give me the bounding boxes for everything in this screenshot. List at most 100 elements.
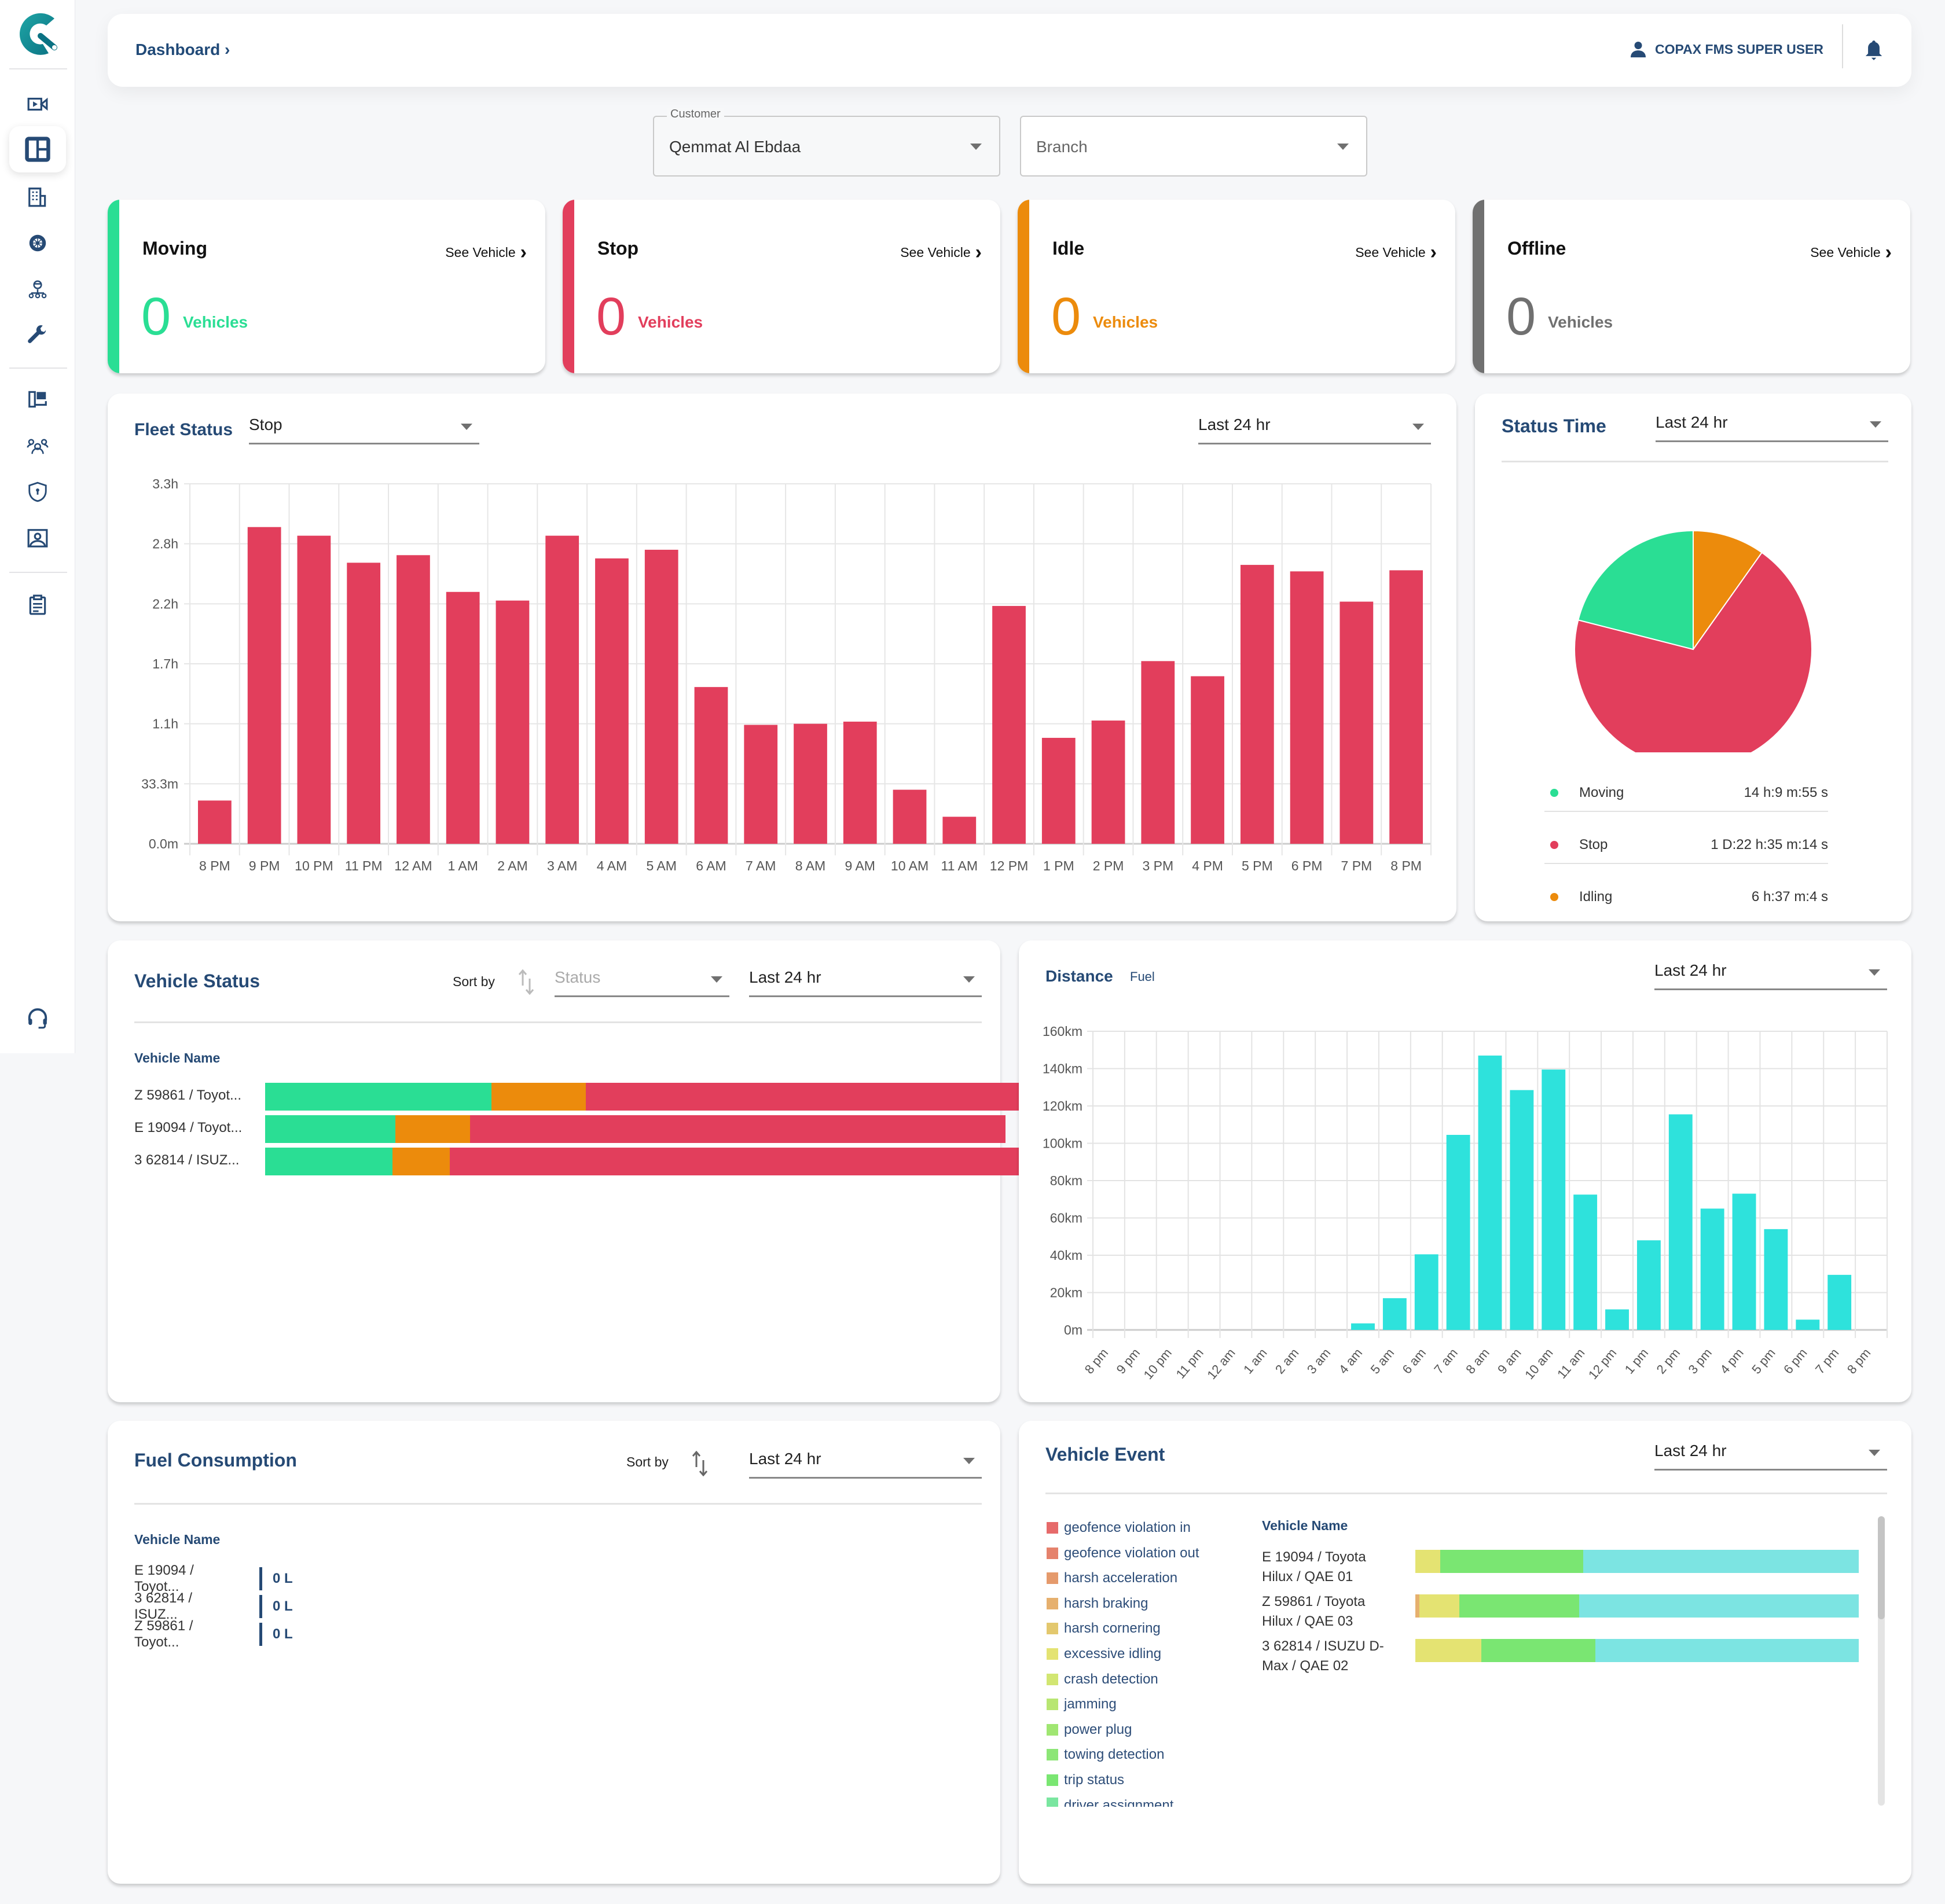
scrollbar-thumb[interactable] — [1878, 1516, 1885, 1619]
sort-arrows-icon[interactable] — [518, 969, 535, 995]
bar[interactable] — [1382, 1298, 1407, 1330]
event-legend-item[interactable]: power plug — [1047, 1722, 1132, 1738]
vehicle-status-bar[interactable] — [265, 1115, 1005, 1143]
bar[interactable] — [644, 549, 678, 844]
sidebar-item-tasks[interactable] — [23, 590, 52, 619]
bar[interactable] — [1668, 1114, 1693, 1330]
event-legend-item[interactable]: geofence violation in — [1047, 1520, 1191, 1536]
wrench-icon — [28, 325, 46, 343]
x-tick-label: 4 AM — [597, 858, 627, 873]
fuel-range-select[interactable]: Last 24 hr — [749, 1450, 982, 1479]
sidebar-item-drivers[interactable] — [23, 275, 52, 304]
see-vehicle-link[interactable]: See Vehicle › — [445, 241, 527, 264]
bar[interactable] — [694, 687, 728, 844]
x-tick-label: 9 pm — [1114, 1346, 1143, 1377]
bar[interactable] — [446, 591, 480, 844]
branch-select[interactable]: Branch — [1020, 116, 1367, 177]
bar[interactable] — [247, 527, 281, 844]
event-legend-item[interactable]: driver assignment — [1047, 1797, 1173, 1807]
bar[interactable] — [1240, 565, 1274, 844]
bar[interactable] — [1510, 1090, 1534, 1330]
event-legend-item[interactable]: crash detection — [1047, 1671, 1158, 1688]
bar[interactable] — [1191, 676, 1224, 844]
vehicle-status-bar[interactable] — [265, 1083, 1031, 1111]
bar[interactable] — [595, 558, 629, 844]
vehicle-event-bar[interactable] — [1415, 1639, 1859, 1662]
bar[interactable] — [992, 606, 1026, 844]
bar[interactable] — [1041, 737, 1076, 844]
bar[interactable] — [1732, 1193, 1756, 1330]
bar[interactable] — [794, 723, 827, 844]
bar[interactable] — [1573, 1194, 1598, 1330]
bar[interactable] — [1796, 1319, 1820, 1330]
event-legend-item[interactable]: geofence violation out — [1047, 1545, 1199, 1561]
fuel-value: 0 L — [273, 1571, 293, 1586]
bar[interactable] — [1542, 1069, 1566, 1330]
bar[interactable] — [1446, 1134, 1470, 1330]
event-legend-item[interactable]: jamming — [1047, 1696, 1117, 1712]
notification-bell-icon[interactable] — [1864, 39, 1884, 61]
customer-select[interactable]: Customer Qemmat Al Ebdaa — [653, 108, 1000, 177]
bar[interactable] — [1351, 1323, 1375, 1330]
sidebar-item-branches[interactable] — [23, 182, 52, 211]
bar[interactable] — [1340, 601, 1374, 844]
see-vehicle-link[interactable]: See Vehicle › — [900, 241, 982, 264]
user-menu[interactable]: COPAX FMS SUPER USER — [1631, 41, 1823, 58]
scrollbar-track[interactable] — [1878, 1516, 1885, 1806]
breadcrumb-dashboard[interactable]: Dashboard — [135, 41, 220, 58]
vehicle-status-sort-select[interactable]: Status — [555, 968, 729, 997]
vehicle-status-range-select[interactable]: Last 24 hr — [749, 968, 982, 997]
bar[interactable] — [942, 817, 977, 844]
event-legend-item[interactable]: towing detection — [1047, 1747, 1164, 1763]
event-legend-item[interactable]: harsh acceleration — [1047, 1570, 1177, 1586]
bar[interactable] — [893, 789, 927, 844]
bar[interactable] — [1389, 570, 1423, 844]
breadcrumb[interactable]: Dashboard › — [135, 41, 230, 59]
bar[interactable] — [397, 555, 430, 844]
see-vehicle-link[interactable]: See Vehicle › — [1810, 241, 1892, 264]
sidebar-item-maintenance[interactable] — [23, 321, 52, 350]
event-legend-item[interactable]: harsh braking — [1047, 1596, 1148, 1612]
bar[interactable] — [1091, 721, 1125, 844]
bar[interactable] — [744, 725, 778, 844]
app-logo[interactable] — [13, 10, 63, 60]
bar[interactable] — [545, 535, 579, 844]
bar[interactable] — [1290, 571, 1324, 844]
shield-lock-icon — [28, 481, 47, 502]
segment-harsh-braking — [1415, 1594, 1419, 1618]
see-vehicle-link[interactable]: See Vehicle › — [1355, 241, 1437, 264]
event-legend-item[interactable]: harsh cornering — [1047, 1620, 1161, 1637]
bar[interactable] — [198, 800, 232, 844]
bar[interactable] — [496, 600, 530, 844]
bar[interactable] — [1764, 1229, 1788, 1330]
vehicle-event-bar[interactable] — [1415, 1550, 1859, 1573]
bar[interactable] — [1636, 1240, 1661, 1330]
bar[interactable] — [1827, 1274, 1852, 1330]
sidebar-item-contacts[interactable] — [23, 524, 52, 553]
vehicle-event-range-select[interactable]: Last 24 hr — [1654, 1442, 1887, 1471]
sort-arrows-icon[interactable] — [691, 1451, 709, 1476]
sidebar-item-dashboard[interactable] — [9, 126, 66, 172]
x-tick-label: 3 pm — [1685, 1346, 1715, 1377]
bar[interactable] — [1700, 1208, 1724, 1330]
event-legend-item[interactable]: trip status — [1047, 1772, 1124, 1788]
bar[interactable] — [347, 563, 381, 844]
x-tick-label: 3 PM — [1142, 858, 1173, 873]
sidebar-item-reports[interactable] — [23, 385, 52, 414]
bar[interactable] — [1414, 1254, 1438, 1330]
bar[interactable] — [297, 535, 331, 844]
bar[interactable] — [1478, 1055, 1502, 1330]
vehicle-status-bar[interactable] — [265, 1148, 1065, 1175]
bar[interactable] — [1141, 661, 1175, 844]
sidebar-item-tires[interactable] — [23, 229, 52, 258]
bar[interactable] — [843, 721, 877, 844]
x-tick-label: 2 AM — [497, 858, 527, 873]
sidebar-item-video[interactable] — [23, 90, 52, 119]
sidebar-item-users[interactable] — [23, 431, 52, 460]
vehicle-count: 0 — [1051, 287, 1081, 346]
vehicle-event-bar[interactable] — [1415, 1594, 1859, 1618]
event-legend-item[interactable]: excessive idling — [1047, 1646, 1161, 1662]
sidebar-item-support[interactable] — [23, 1004, 52, 1033]
sidebar-item-security[interactable] — [23, 477, 52, 506]
bar[interactable] — [1605, 1309, 1629, 1330]
